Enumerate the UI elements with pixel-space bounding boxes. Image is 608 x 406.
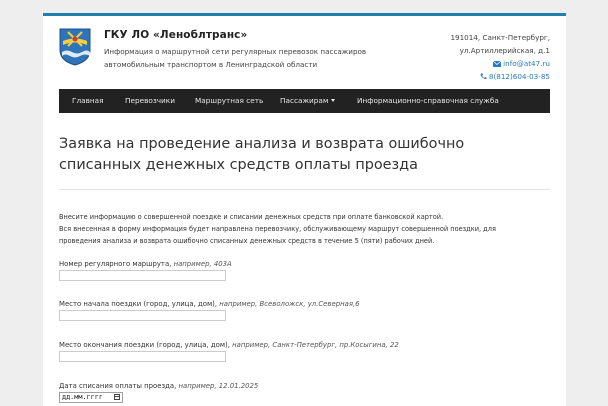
address-line-1: 191014, Санкт-Петербург, bbox=[450, 33, 550, 42]
chevron-down-icon bbox=[331, 99, 336, 102]
main-nav: Главная Перевозчики Маршрутная сеть Пасс… bbox=[59, 89, 550, 113]
trip-start-label: Место начала поездки (город, улица, дом)… bbox=[59, 300, 360, 308]
trip-end-input[interactable] bbox=[59, 351, 226, 362]
date-placeholder: дд.мм.гггг bbox=[62, 393, 103, 401]
email-link[interactable]: info@at47.ru bbox=[450, 57, 550, 70]
nav-item-passengers-label: Пассажирам bbox=[280, 96, 329, 105]
phone-link[interactable]: 8(812)604-03-85 bbox=[450, 70, 550, 83]
route-number-hint: например, 403А bbox=[173, 260, 232, 268]
contact-block: 191014, Санкт-Петербург, ул.Артиллерийск… bbox=[450, 31, 550, 83]
charge-date-label-text: Дата списания оплаты проезда, bbox=[59, 382, 177, 390]
nav-item-route-network[interactable]: Маршрутная сеть bbox=[195, 89, 263, 113]
trip-start-label-text: Место начала поездки (город, улица, дом)… bbox=[59, 300, 218, 308]
org-description: Информация о маршрутной сети регулярных … bbox=[104, 47, 367, 69]
route-number-input[interactable] bbox=[59, 270, 226, 281]
intro-text: Внесите информацию о совершенной поездке… bbox=[59, 211, 539, 247]
charge-date-label: Дата списания оплаты проезда, например, … bbox=[59, 382, 258, 390]
page-container: ГКУ ЛО «Леноблтранс» Информация о маршру… bbox=[43, 13, 566, 406]
trip-end-hint: например, Санкт-Петербург, пр.Косыгина, … bbox=[232, 341, 399, 349]
address-line-2: ул.Артиллерийская, д.1 bbox=[459, 46, 550, 55]
phone-icon bbox=[480, 73, 487, 80]
route-number-label-text: Номер регулярного маршрута, bbox=[59, 260, 172, 268]
calendar-icon[interactable] bbox=[114, 394, 120, 400]
intro-line-2: Вся внесенная в форму информация будет н… bbox=[59, 225, 496, 245]
page-title: Заявка на проведение анализа и возврата … bbox=[59, 136, 465, 173]
divider bbox=[59, 189, 550, 190]
intro-line-1: Внесите информацию о совершенной поездке… bbox=[59, 213, 444, 221]
charge-date-input[interactable]: дд.мм.гггг bbox=[59, 392, 123, 403]
nav-item-info-service[interactable]: Информационно-справочная служба bbox=[357, 89, 499, 113]
nav-item-passengers[interactable]: Пассажирам bbox=[280, 89, 336, 113]
envelope-icon bbox=[493, 61, 502, 67]
nav-item-home[interactable]: Главная bbox=[72, 89, 104, 113]
org-title: ГКУ ЛО «Леноблтранс» bbox=[104, 29, 248, 41]
trip-end-label: Место окончания поездки (город, улица, д… bbox=[59, 341, 399, 349]
trip-end-label-text: Место окончания поездки (город, улица, д… bbox=[59, 341, 230, 349]
email-text[interactable]: info@at47.ru bbox=[503, 59, 550, 68]
nav-item-carriers[interactable]: Перевозчики bbox=[125, 89, 175, 113]
route-number-label: Номер регулярного маршрута, например, 40… bbox=[59, 260, 232, 268]
charge-date-hint: например, 12.01.2025 bbox=[178, 382, 259, 390]
coat-of-arms-icon[interactable] bbox=[59, 28, 91, 66]
trip-start-hint: например, Всеволожск, ул.Северная,6 bbox=[219, 300, 360, 308]
trip-start-input[interactable] bbox=[59, 310, 226, 321]
phone-text[interactable]: 8(812)604-03-85 bbox=[489, 72, 550, 81]
